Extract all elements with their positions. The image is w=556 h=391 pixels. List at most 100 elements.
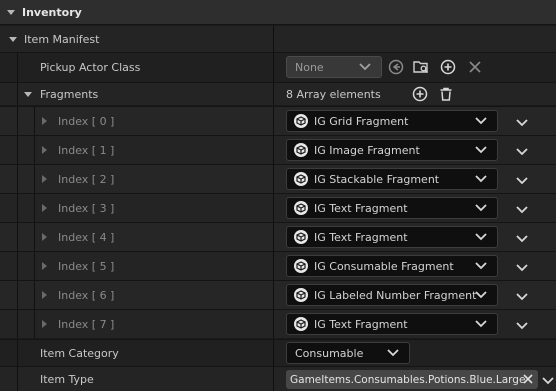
item-category-label: Item Category — [40, 346, 119, 360]
collapse-arrow-icon[interactable] — [7, 9, 15, 15]
struct-icon — [294, 288, 308, 302]
fragment-index-cell[interactable]: Index [ 2 ] — [0, 165, 274, 193]
fragment-index-cell[interactable]: Index [ 5 ] — [0, 252, 274, 280]
fragment-element-row: Index [ 5 ] IG Consumable Fragment — [0, 252, 556, 280]
expand-chevron-icon[interactable] — [516, 233, 528, 246]
expand-chevron-icon[interactable] — [516, 204, 528, 217]
expand-arrow-icon[interactable] — [42, 291, 47, 299]
fragment-value-cell: IG Text Fragment — [274, 194, 556, 222]
pickup-actor-class-dropdown[interactable]: None — [286, 56, 382, 78]
item-type-row: Item Type GameItems.Consumables.Potions.… — [0, 367, 556, 391]
collapse-arrow-icon[interactable] — [24, 91, 32, 97]
fragment-index-label: Index [ 3 ] — [58, 201, 115, 215]
item-category-dropdown[interactable]: Consumable — [286, 342, 410, 364]
chevron-down-icon — [359, 63, 371, 71]
struct-icon — [294, 201, 308, 215]
fragment-index-cell[interactable]: Index [ 1 ] — [0, 136, 274, 164]
array-count-text: 8 Array elements — [286, 87, 381, 101]
item-category-row: Item Category Consumable — [0, 340, 556, 366]
item-type-label: Item Type — [40, 372, 94, 386]
use-selected-icon[interactable] — [388, 59, 404, 78]
fragment-index-cell[interactable]: Index [ 0 ] — [0, 107, 274, 135]
fragment-class-dropdown[interactable]: IG Labeled Number Fragment — [286, 284, 498, 306]
item-category-value: Consumable — [295, 346, 364, 360]
fragment-element-row: Index [ 0 ] IG Grid Fragment — [0, 107, 556, 135]
chevron-down-icon — [475, 320, 487, 328]
clear-icon[interactable] — [467, 59, 483, 78]
chevron-down-icon[interactable] — [542, 375, 554, 388]
fragment-class-dropdown[interactable]: IG Grid Fragment — [286, 110, 498, 132]
fragment-value-cell: IG Image Fragment — [274, 136, 556, 164]
expand-chevron-icon[interactable] — [516, 262, 528, 275]
item-manifest-row: Item Manifest — [0, 26, 556, 52]
fragment-index-label: Index [ 4 ] — [58, 230, 115, 244]
fragment-index-cell[interactable]: Index [ 6 ] — [0, 281, 274, 309]
item-manifest-value-cell — [274, 26, 556, 52]
fragment-class-dropdown[interactable]: IG Text Fragment — [286, 197, 498, 219]
fragment-value-cell: IG Stackable Fragment — [274, 165, 556, 193]
trash-icon[interactable] — [438, 86, 454, 105]
item-manifest-name-cell[interactable]: Item Manifest — [0, 26, 274, 52]
item-type-name-cell: Item Type — [0, 367, 274, 391]
expand-arrow-icon[interactable] — [42, 117, 47, 125]
fragment-value-cell: IG Consumable Fragment — [274, 252, 556, 280]
fragment-index-cell[interactable]: Index [ 4 ] — [0, 223, 274, 251]
expand-chevron-icon[interactable] — [516, 291, 528, 304]
expand-chevron-icon[interactable] — [516, 146, 528, 159]
fragments-name-cell[interactable]: Fragments — [0, 83, 274, 105]
chevron-down-icon — [475, 117, 487, 125]
fragment-element-row: Index [ 2 ] IG Stackable Fragment — [0, 165, 556, 193]
expand-arrow-icon[interactable] — [42, 262, 47, 270]
struct-icon — [294, 317, 308, 331]
expand-arrow-icon[interactable] — [42, 320, 47, 328]
browse-folder-icon[interactable] — [413, 59, 429, 78]
remove-tag-icon[interactable] — [522, 373, 534, 388]
fragment-class-dropdown[interactable]: IG Image Fragment — [286, 139, 498, 161]
fragment-value-cell: IG Text Fragment — [274, 223, 556, 251]
fragment-index-label: Index [ 6 ] — [58, 288, 115, 302]
expand-chevron-icon[interactable] — [516, 175, 528, 188]
expand-arrow-icon[interactable] — [42, 175, 47, 183]
add-element-icon[interactable] — [412, 86, 428, 105]
fragment-index-label: Index [ 5 ] — [58, 259, 115, 273]
gameplay-tag-text: GameItems.Consumables.Potions.Blue.Large — [290, 373, 526, 386]
expand-arrow-icon[interactable] — [42, 204, 47, 212]
struct-icon — [294, 143, 308, 157]
pickup-actor-class-name-cell: Pickup Actor Class — [0, 53, 274, 82]
add-icon[interactable] — [440, 59, 456, 78]
gameplay-tag-chip[interactable]: GameItems.Consumables.Potions.Blue.Large — [286, 370, 538, 389]
fragment-class-dropdown[interactable]: IG Text Fragment — [286, 313, 498, 335]
fragment-index-cell[interactable]: Index [ 3 ] — [0, 194, 274, 222]
fragment-element-row: Index [ 3 ] IG Text Fragment — [0, 194, 556, 222]
expand-chevron-icon[interactable] — [516, 320, 528, 333]
fragment-index-label: Index [ 7 ] — [58, 317, 115, 331]
fragments-value-cell: 8 Array elements — [274, 83, 556, 105]
struct-icon — [294, 230, 308, 244]
collapse-arrow-icon[interactable] — [9, 36, 17, 42]
category-title: Inventory — [22, 5, 82, 19]
pickup-actor-class-value-cell: None — [274, 53, 556, 82]
item-manifest-label: Item Manifest — [24, 32, 100, 46]
struct-icon — [294, 172, 308, 186]
chevron-down-icon — [475, 262, 487, 270]
fragment-class-value: IG Text Fragment — [314, 230, 408, 244]
expand-arrow-icon[interactable] — [42, 146, 47, 154]
chevron-down-icon — [475, 146, 487, 154]
struct-icon — [294, 114, 308, 128]
fragment-class-dropdown[interactable]: IG Consumable Fragment — [286, 255, 498, 277]
chevron-down-icon — [475, 175, 487, 183]
fragment-element-row: Index [ 7 ] IG Text Fragment — [0, 310, 556, 338]
expand-arrow-icon[interactable] — [42, 233, 47, 241]
fragment-class-dropdown[interactable]: IG Text Fragment — [286, 226, 498, 248]
chevron-down-icon — [475, 291, 487, 299]
struct-icon — [294, 259, 308, 273]
fragment-element-row: Index [ 1 ] IG Image Fragment — [0, 136, 556, 164]
inventory-category-header[interactable]: Inventory — [0, 0, 556, 25]
fragment-index-cell[interactable]: Index [ 7 ] — [0, 310, 274, 338]
item-type-value-cell: GameItems.Consumables.Potions.Blue.Large — [274, 367, 556, 391]
fragment-element-row: Index [ 6 ] IG Labeled Number Fragment — [0, 281, 556, 309]
fragments-row: Fragments 8 Array elements — [0, 83, 556, 105]
fragment-class-value: IG Grid Fragment — [314, 114, 409, 128]
fragment-class-dropdown[interactable]: IG Stackable Fragment — [286, 168, 498, 190]
expand-chevron-icon[interactable] — [516, 117, 528, 130]
